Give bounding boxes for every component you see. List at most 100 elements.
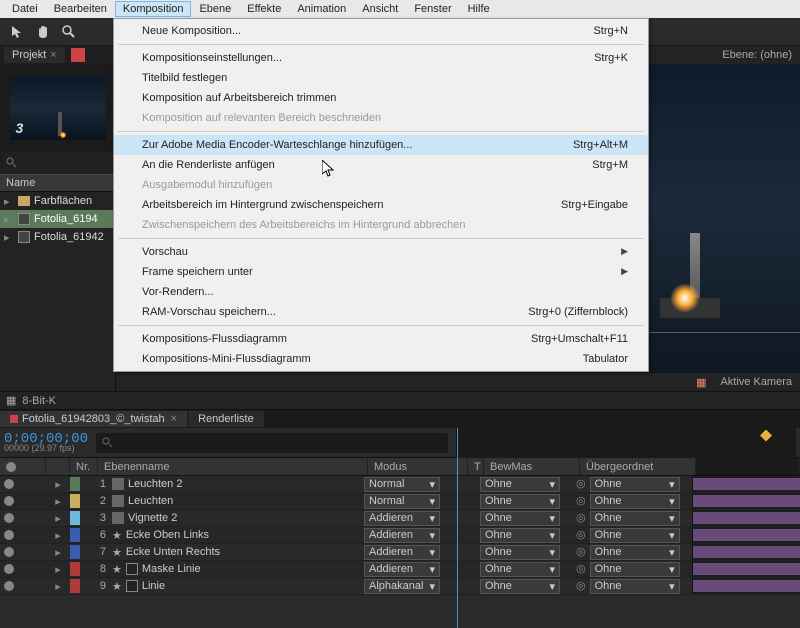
layer-name-cell[interactable]: Vignette 2 — [112, 512, 364, 524]
bit-depth-indicator[interactable]: 8-Bit-K — [22, 395, 56, 407]
twirl-icon[interactable]: ▸ — [46, 580, 70, 593]
layer-duration-bar[interactable] — [692, 493, 800, 509]
close-icon[interactable]: × — [50, 49, 56, 61]
visibility-eye-icon[interactable] — [4, 564, 14, 574]
timeline-layer-row[interactable]: ▸2LeuchtenNormal▾Ohne▾◎Ohne▾ — [0, 493, 800, 510]
trackmatte-dropdown[interactable]: Ohne▾ — [480, 511, 560, 526]
layer-name-cell[interactable]: ★Maske Linie — [112, 563, 364, 576]
playhead[interactable] — [457, 428, 458, 628]
mode-column-header[interactable]: Modus — [368, 458, 468, 475]
menu-item[interactable]: Arbeitsbereich im Hintergrund zwischensp… — [114, 195, 648, 215]
timeline-tab-renderlist[interactable]: Renderliste — [188, 411, 264, 427]
trackmatte-dropdown[interactable]: Ohne▾ — [480, 477, 560, 492]
parent-dropdown[interactable]: Ohne▾ — [590, 579, 680, 594]
twirl-icon[interactable]: ▸ — [4, 195, 14, 208]
layer-duration-bar[interactable] — [692, 476, 800, 492]
pickwhip-icon[interactable]: ◎ — [576, 495, 586, 507]
menu-bearbeiten[interactable]: Bearbeiten — [46, 1, 115, 17]
twirl-icon[interactable]: ▸ — [46, 546, 70, 559]
visibility-eye-icon[interactable] — [4, 547, 14, 557]
trackmatte-column-header[interactable]: T — [468, 458, 484, 475]
timeline-layer-row[interactable]: ▸6★Ecke Oben LinksAddieren▾Ohne▾◎Ohne▾ — [0, 527, 800, 544]
visibility-eye-icon[interactable] — [4, 496, 14, 506]
menu-komposition[interactable]: Komposition — [115, 1, 192, 17]
zoom-tool-icon[interactable] — [58, 21, 80, 43]
active-camera-dropdown[interactable]: Aktive Kamera — [720, 376, 792, 388]
parent-dropdown[interactable]: Ohne▾ — [590, 562, 680, 577]
blend-mode-dropdown[interactable]: Addieren▾ — [364, 511, 440, 526]
timeline-layer-row[interactable]: ▸9★LinieAlphakanal▾Ohne▾◎Ohne▾ — [0, 578, 800, 595]
twirl-icon[interactable]: ▸ — [46, 495, 70, 508]
menu-item[interactable]: Frame speichern unter▶ — [114, 262, 648, 282]
project-item[interactable]: ▸Fotolia_6194 — [0, 210, 115, 228]
pickwhip-icon[interactable]: ◎ — [576, 512, 586, 524]
visibility-eye-icon[interactable] — [4, 513, 14, 523]
menu-item[interactable]: Vor-Rendern... — [114, 282, 648, 302]
twirl-icon[interactable]: ▸ — [4, 231, 14, 244]
blend-mode-dropdown[interactable]: Alphakanal▾ — [364, 579, 440, 594]
parent-dropdown[interactable]: Ohne▾ — [590, 494, 680, 509]
trackmatte-dropdown[interactable]: Ohne▾ — [480, 528, 560, 543]
project-search[interactable] — [0, 152, 115, 174]
trackmatte-dropdown[interactable]: Ohne▾ — [480, 545, 560, 560]
menu-animation[interactable]: Animation — [289, 1, 354, 17]
project-name-column[interactable]: Name — [0, 174, 115, 192]
av-switches[interactable] — [0, 479, 46, 489]
blend-mode-dropdown[interactable]: Addieren▾ — [364, 528, 440, 543]
project-tab[interactable]: Projekt× — [4, 47, 65, 63]
layer-duration-bar[interactable] — [692, 527, 800, 543]
menu-item[interactable]: Komposition auf Arbeitsbereich trimmen — [114, 88, 648, 108]
menu-item[interactable]: Vorschau▶ — [114, 242, 648, 262]
blend-mode-dropdown[interactable]: Addieren▾ — [364, 545, 440, 560]
menu-effekte[interactable]: Effekte — [239, 1, 289, 17]
layer-duration-bar[interactable] — [692, 578, 800, 594]
menu-datei[interactable]: Datei — [4, 1, 46, 17]
parent-dropdown[interactable]: Ohne▾ — [590, 477, 680, 492]
av-switches[interactable] — [0, 496, 46, 506]
menu-item[interactable]: Kompositionseinstellungen...Strg+K — [114, 48, 648, 68]
label-color-swatch[interactable] — [70, 545, 80, 559]
layer-name-cell[interactable]: Leuchten — [112, 495, 364, 507]
project-item[interactable]: ▸Fotolia_61942 — [0, 228, 115, 246]
visibility-eye-icon[interactable] — [4, 581, 14, 591]
timeline-layer-row[interactable]: ▸1Leuchten 2Normal▾Ohne▾◎Ohne▾ — [0, 476, 800, 493]
menu-item[interactable]: Titelbild festlegen — [114, 68, 648, 88]
parent-dropdown[interactable]: Ohne▾ — [590, 545, 680, 560]
label-color-swatch[interactable] — [70, 511, 80, 525]
parent-dropdown[interactable]: Ohne▾ — [590, 511, 680, 526]
close-icon[interactable]: × — [171, 413, 177, 425]
timeline-layer-row[interactable]: ▸8★Maske LinieAddieren▾Ohne▾◎Ohne▾ — [0, 561, 800, 578]
parent-column-header[interactable]: Übergeordnet — [580, 458, 696, 475]
twirl-icon[interactable]: ▸ — [46, 512, 70, 525]
project-item[interactable]: ▸Farbflächen — [0, 192, 115, 210]
blend-mode-dropdown[interactable]: Normal▾ — [364, 477, 440, 492]
menu-item[interactable]: Kompositions-Mini-FlussdiagrammTabulator — [114, 349, 648, 369]
menu-item[interactable]: An die Renderliste anfügenStrg+M — [114, 155, 648, 175]
pickwhip-icon[interactable]: ◎ — [576, 580, 586, 592]
av-switches[interactable] — [0, 581, 46, 591]
pickwhip-icon[interactable]: ◎ — [576, 529, 586, 541]
label-color-swatch[interactable] — [70, 562, 80, 576]
parent-dropdown[interactable]: Ohne▾ — [590, 528, 680, 543]
av-switches[interactable] — [0, 513, 46, 523]
layer-dropdown[interactable]: Ebene: (ohne) — [722, 49, 792, 61]
twirl-icon[interactable]: ▸ — [4, 213, 14, 226]
time-ruler[interactable] — [456, 428, 797, 458]
pickwhip-icon[interactable]: ◎ — [576, 563, 586, 575]
av-switches[interactable] — [0, 530, 46, 540]
twirl-icon[interactable]: ▸ — [46, 529, 70, 542]
timeline-layer-row[interactable]: ▸7★Ecke Unten RechtsAddieren▾Ohne▾◎Ohne▾ — [0, 544, 800, 561]
bewmas-column-header[interactable]: BewMas — [484, 458, 580, 475]
label-color-swatch[interactable] — [70, 494, 80, 508]
menu-ansicht[interactable]: Ansicht — [354, 1, 406, 17]
label-color-swatch[interactable] — [70, 477, 80, 491]
selection-tool-icon[interactable] — [6, 21, 28, 43]
layer-name-cell[interactable]: ★Linie — [112, 580, 364, 593]
av-switches[interactable] — [0, 547, 46, 557]
work-area-marker[interactable] — [760, 430, 772, 442]
blend-mode-dropdown[interactable]: Normal▾ — [364, 494, 440, 509]
trackmatte-dropdown[interactable]: Ohne▾ — [480, 494, 560, 509]
name-column-header[interactable]: Ebenenname — [98, 458, 368, 475]
menu-ebene[interactable]: Ebene — [191, 1, 239, 17]
timeline-layer-row[interactable]: ▸3Vignette 2Addieren▾Ohne▾◎Ohne▾ — [0, 510, 800, 527]
